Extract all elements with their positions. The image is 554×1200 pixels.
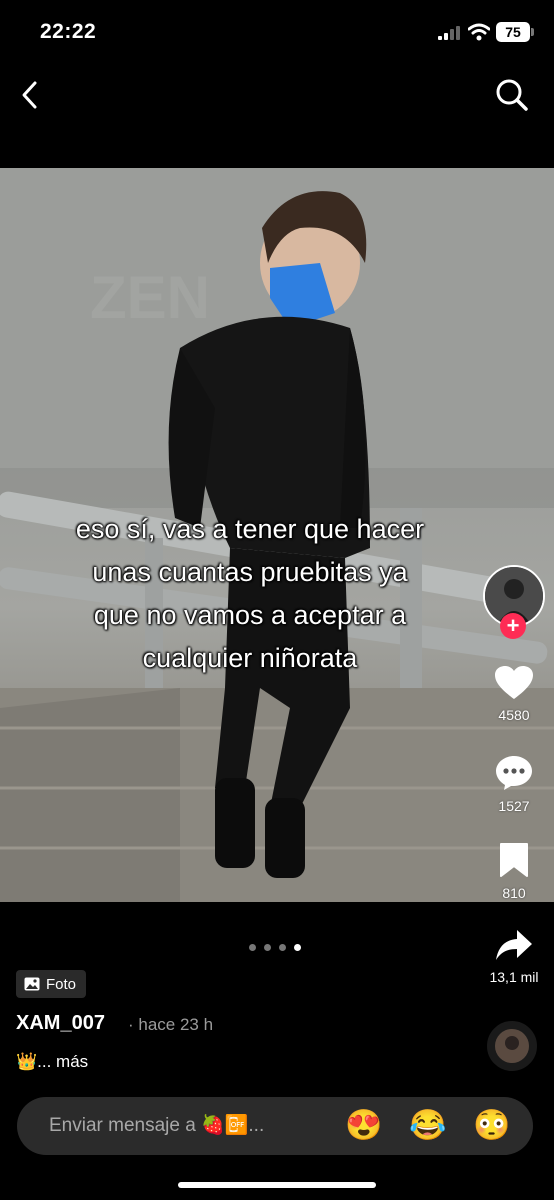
share-arrow-icon	[496, 930, 532, 960]
post-time: · hace 23 h	[128, 1015, 214, 1034]
carousel-indicator	[249, 944, 301, 951]
comment-count: 1527	[498, 798, 530, 814]
home-indicator[interactable]	[178, 1182, 376, 1188]
caption-line: eso sí, vas a tener que hacer	[75, 514, 425, 544]
caption-line: que no vamos a aceptar a	[93, 600, 407, 630]
save-count: 810	[502, 885, 526, 901]
heart-icon	[495, 666, 533, 699]
status-time: 22:22	[40, 20, 97, 43]
comment-button[interactable]: 1527	[480, 755, 548, 814]
carousel-dot[interactable]	[264, 944, 271, 951]
post-caption: eso sí, vas a tener que hacer unas cuant…	[30, 508, 470, 680]
carousel-dot[interactable]	[249, 944, 256, 951]
like-button[interactable]: 4580	[480, 666, 548, 723]
creator-username[interactable]: XAM_007	[16, 1012, 105, 1035]
cellular-signal-icon	[438, 26, 460, 40]
message-bar: Enviar mensaje a 🍓📴... 😍 😂 😳	[17, 1097, 533, 1155]
post-description[interactable]: 👑... más	[16, 1052, 88, 1072]
caption-line: cualquier niñorata	[142, 643, 358, 673]
save-button[interactable]: 810	[480, 842, 548, 901]
image-icon	[24, 977, 40, 991]
back-arrow-icon[interactable]	[14, 78, 48, 112]
comment-icon	[496, 756, 532, 790]
bookmark-icon	[500, 843, 528, 877]
quick-emoji-heart-eyes[interactable]: 😍	[345, 1109, 382, 1143]
wifi-icon	[468, 23, 490, 41]
follow-button[interactable]: +	[500, 613, 526, 639]
battery-cap	[531, 28, 534, 36]
music-disc[interactable]	[487, 1021, 537, 1071]
carousel-dot[interactable]	[279, 944, 286, 951]
carousel-dot-active[interactable]	[294, 944, 301, 951]
quick-emoji-tears-of-joy[interactable]: 😂	[409, 1109, 446, 1143]
music-cover-image	[495, 1029, 529, 1063]
message-input[interactable]: Enviar mensaje a 🍓📴...	[49, 1113, 264, 1137]
photo-mode-badge[interactable]: Foto	[16, 970, 87, 998]
quick-emoji-flushed[interactable]: 😳	[473, 1109, 510, 1143]
svg-text:ZEN: ZEN	[90, 264, 210, 331]
status-bar: 22:22 75	[0, 0, 554, 64]
like-count: 4580	[498, 707, 530, 723]
caption-line: unas cuantas pruebitas ya	[92, 557, 408, 587]
share-count: 13,1 mil	[489, 969, 539, 985]
battery-level: 75	[496, 22, 530, 42]
search-icon[interactable]	[493, 76, 531, 114]
share-button[interactable]: 13,1 mil	[480, 928, 548, 985]
photo-mode-label: Foto	[46, 975, 77, 993]
top-bar	[0, 66, 554, 124]
